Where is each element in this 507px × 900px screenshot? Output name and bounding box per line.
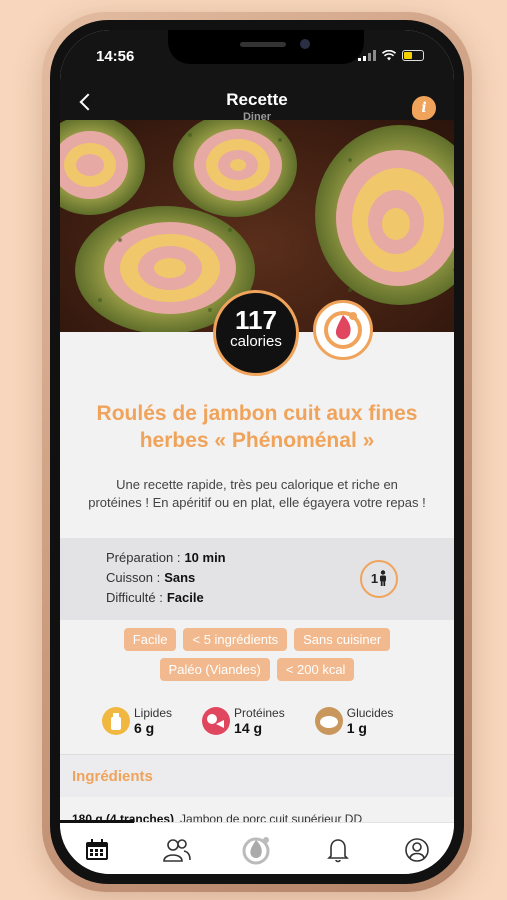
notch: [168, 30, 364, 64]
macros: Lipides 6 g Protéines 14 g Glucides 1 g: [102, 706, 434, 736]
info-icon[interactable]: i: [412, 96, 436, 120]
phone-bezel: 14:56 Recette Diner i 117 calories Roulé…: [50, 20, 464, 884]
ingredients-title: Ingrédients: [72, 768, 153, 785]
meta-cuisson: Cuisson : Sans: [106, 570, 195, 585]
signal-icon: [358, 50, 376, 61]
speaker: [240, 42, 286, 47]
fish-meat-icon: [202, 707, 231, 735]
tag-kcal[interactable]: < 200 kcal: [276, 658, 355, 681]
meta-value: 10 min: [184, 550, 226, 565]
recipe-tags: Facile < 5 ingrédients Sans cuisiner Pal…: [70, 628, 444, 681]
meta-value: Sans: [164, 570, 196, 585]
macro-value: 14 g: [234, 720, 263, 736]
recipe-meta: Préparation :10 min Cuisson : Sans Diffic…: [60, 538, 454, 620]
calories-label: calories: [230, 333, 282, 350]
bread-icon: [314, 707, 343, 735]
calendar-icon[interactable]: [84, 837, 112, 863]
app-screen: 14:56 Recette Diner i 117 calories Roulé…: [60, 30, 454, 874]
recipe-description: Une recette rapide, très peu calorique e…: [88, 477, 426, 510]
meta-label: Cuisson :: [106, 570, 161, 585]
phone-frame: 14:56 Recette Diner i 117 calories Roulé…: [42, 12, 472, 892]
macro-value: 6 g: [134, 720, 155, 736]
recipe-title: Roulés de jambon cuit aux fines herbes «…: [96, 402, 418, 452]
macro-glucides: Glucides 1 g: [314, 706, 394, 736]
profile-icon[interactable]: [404, 837, 432, 863]
meta-label: Difficulté :: [106, 590, 163, 605]
app-logo-badge-icon[interactable]: [313, 300, 373, 360]
tag-ingredients[interactable]: < 5 ingrédients: [183, 628, 288, 651]
servings-selector[interactable]: 1: [360, 560, 398, 598]
calories-badge: 117 calories: [213, 290, 299, 376]
bell-icon[interactable]: [326, 837, 354, 863]
servings-count: 1: [370, 571, 379, 586]
macro-value: 1 g: [346, 720, 367, 736]
calories-value: 117: [235, 305, 277, 335]
meta-difficulte: Difficulté : Facile: [106, 590, 204, 605]
header-bar: 14:56 Recette Diner i: [60, 30, 454, 123]
meta-preparation: Préparation :10 min: [106, 550, 226, 565]
page-title: Recette: [226, 90, 288, 109]
macro-name: Protéines: [234, 706, 285, 720]
wifi-icon: [382, 50, 396, 61]
front-camera: [300, 39, 310, 49]
app-logo-icon: [324, 311, 362, 349]
person-icon: [380, 570, 387, 586]
app-logo-tab-icon[interactable]: [240, 833, 274, 867]
battery-icon: [402, 50, 424, 61]
community-icon[interactable]: [162, 837, 191, 863]
bottle-icon: [102, 707, 130, 735]
meta-label: Préparation :: [106, 550, 181, 565]
active-tab-indicator: [60, 820, 134, 823]
macro-proteines: Protéines 14 g: [202, 706, 285, 736]
tab-bar: [60, 820, 454, 874]
meta-value: Facile: [166, 590, 204, 605]
tag-sans-cuisiner[interactable]: Sans cuisiner: [294, 628, 391, 651]
tag-facile[interactable]: Facile: [123, 628, 177, 651]
status-time: 14:56: [96, 48, 135, 65]
macro-name: Lipides: [134, 706, 173, 720]
status-icons: [358, 50, 424, 61]
macro-name: Glucides: [346, 706, 394, 720]
tag-paleo[interactable]: Paléo (Viandes): [159, 658, 270, 681]
macro-lipides: Lipides 6 g: [102, 706, 172, 736]
